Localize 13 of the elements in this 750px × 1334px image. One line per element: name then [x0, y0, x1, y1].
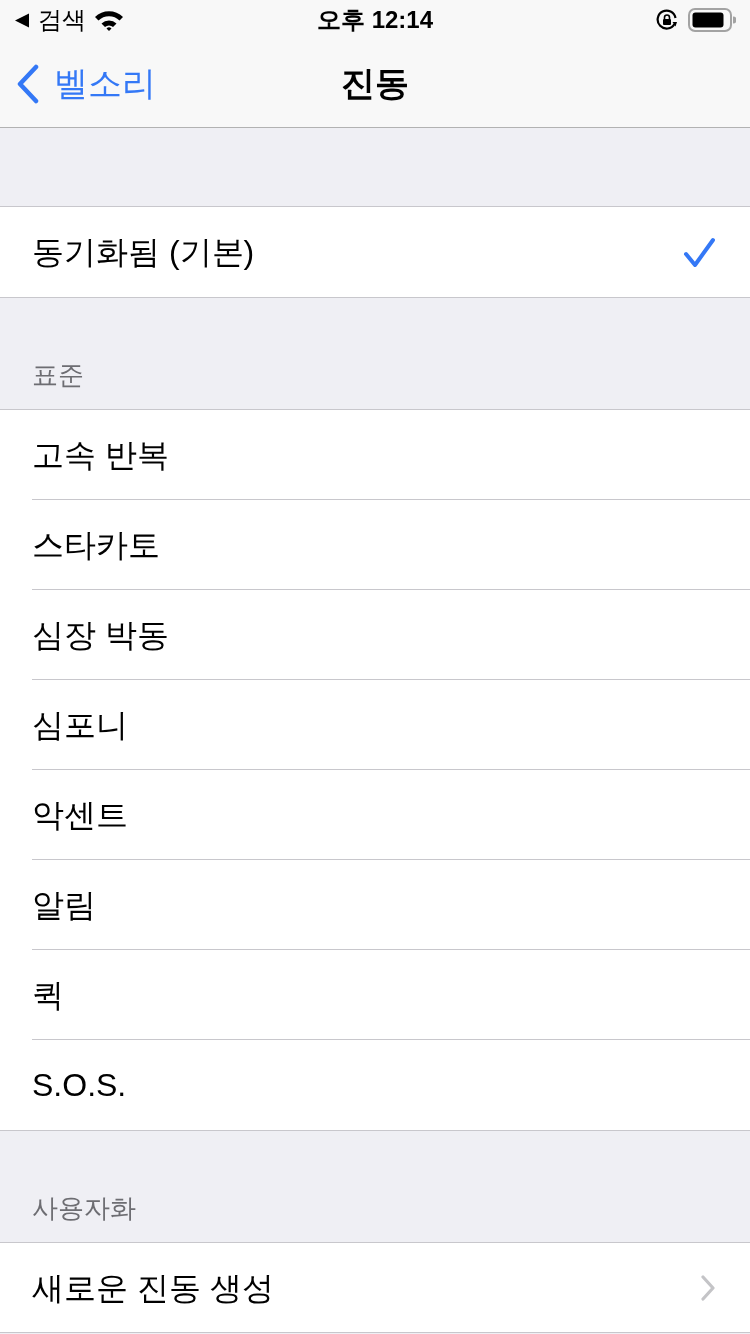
- battery-icon: [688, 8, 736, 32]
- status-time: 오후 12:14: [316, 8, 434, 32]
- section-header: 사용자화: [32, 1192, 136, 1225]
- back-chevron-icon: [16, 63, 40, 104]
- chevron-right-icon: [700, 1274, 716, 1301]
- orientation-lock-icon: [656, 9, 678, 31]
- back-button[interactable]: 벨소리: [0, 58, 156, 109]
- back-to-app-label: 검색: [38, 8, 86, 32]
- back-triangle-icon: [14, 12, 30, 28]
- wifi-icon: [94, 9, 124, 31]
- checkmark-icon: [683, 236, 716, 268]
- section-header: 표준: [32, 359, 84, 392]
- page-title: 진동: [341, 63, 409, 104]
